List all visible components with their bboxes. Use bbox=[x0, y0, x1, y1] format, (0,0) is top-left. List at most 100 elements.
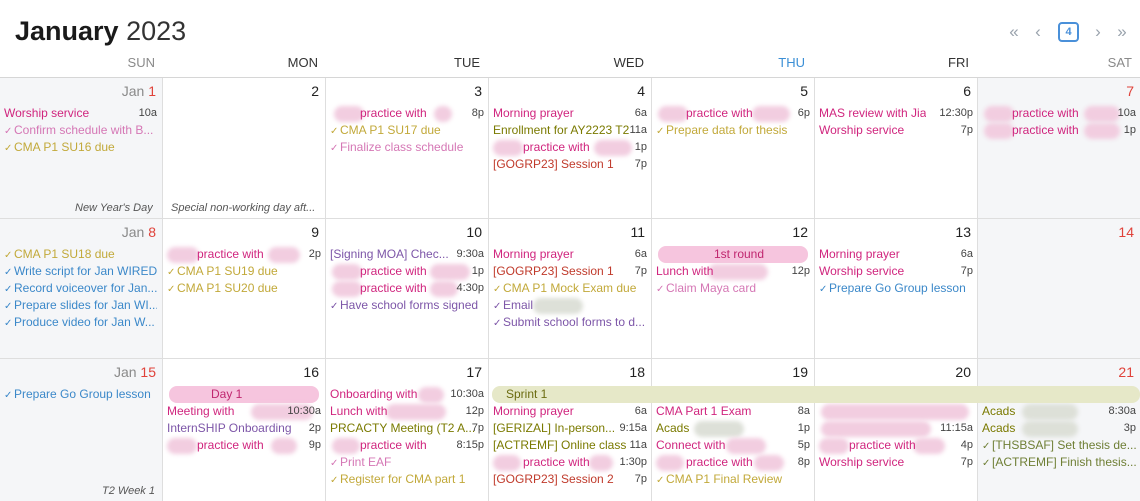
day-cell-jan-7[interactable]: 7 practice with 10a practice with 1p bbox=[978, 78, 1140, 219]
event-item[interactable]: CMA Part 1 Exam 8a bbox=[656, 403, 810, 420]
event-item[interactable]: Morning prayer 6a bbox=[493, 246, 647, 263]
task-item[interactable]: ✓ Record voiceover for Jan... bbox=[4, 280, 157, 297]
day-cell-jan-18[interactable]: 18 Morning prayer 6a [GERIZAL] In-person.… bbox=[489, 359, 652, 501]
task-item[interactable]: ✓ Prepare Go Group lesson bbox=[819, 280, 973, 297]
event-item[interactable]: [GOGRP23] Session 2 7p bbox=[493, 471, 647, 488]
day-cell-jan-8[interactable]: Jan 8 ✓ CMA P1 SU18 due ✓ Write script for… bbox=[0, 219, 163, 359]
event-item[interactable]: Connect with 5p bbox=[656, 437, 810, 454]
first-page-icon[interactable]: « bbox=[1006, 20, 1022, 44]
event-item[interactable]: practice with 6p bbox=[686, 105, 810, 122]
event-item[interactable]: Acads 8:30a bbox=[982, 403, 1136, 420]
task-item[interactable]: ✓ Submit school forms to d... bbox=[493, 314, 647, 331]
all-day-event[interactable]: Day 1 bbox=[169, 386, 319, 403]
task-item[interactable]: ✓ Finalize class schedule bbox=[330, 139, 484, 156]
event-item[interactable]: Enrollment for AY2223 T2 11a bbox=[493, 122, 647, 139]
event-item[interactable]: practice with 4p bbox=[849, 437, 973, 454]
event-item[interactable]: practice with 9p bbox=[197, 437, 321, 454]
task-item[interactable]: ✓ CMA P1 SU16 due bbox=[4, 139, 157, 156]
event-item[interactable]: [GOGRP23] Session 1 7p bbox=[493, 156, 647, 173]
day-cell-jan-16[interactable]: 16 Day 1 Meeting with 10:30a InternSHIP O… bbox=[163, 359, 326, 501]
previous-icon[interactable]: ‹ bbox=[1032, 20, 1044, 44]
sprint-event-bar[interactable]: Sprint 1 bbox=[492, 386, 1140, 403]
day-cell-jan-9[interactable]: 9 practice with 2p ✓ CMA P1 SU19 due ✓ CMA … bbox=[163, 219, 326, 359]
event-item[interactable]: Acads 1p bbox=[656, 420, 810, 437]
task-item[interactable]: ✓ Print EAF bbox=[330, 454, 484, 471]
day-cell-jan-13[interactable]: 13 Morning prayer 6a Worship service 7p ✓ P… bbox=[815, 219, 978, 359]
task-item[interactable]: ✓ Email bbox=[493, 297, 647, 314]
task-item[interactable]: ✓ Prepare Go Group lesson bbox=[4, 386, 157, 403]
event-item[interactable]: Morning prayer 6a bbox=[819, 246, 973, 263]
event-item[interactable]: MAS review with Jia 12:30p bbox=[819, 105, 973, 122]
event-item[interactable]: practice with 10a bbox=[1012, 105, 1136, 122]
event-item[interactable]: PRCACTY Meeting (T2 A... 7p bbox=[330, 420, 484, 437]
event-item[interactable]: practice with 1p bbox=[1012, 122, 1136, 139]
task-item[interactable]: ✓ Claim Maya card bbox=[656, 280, 810, 297]
day-cell-jan-1[interactable]: Jan 1 Worship service 10a ✓ Confirm schedu… bbox=[0, 78, 163, 219]
task-item[interactable]: ✓ CMA P1 SU17 due bbox=[330, 122, 484, 139]
day-cell-jan-17[interactable]: 17 Onboarding with 10:30a Lunch with 12p P… bbox=[326, 359, 489, 501]
event-item[interactable]: practice with 4:30p bbox=[360, 280, 484, 297]
next-icon[interactable]: › bbox=[1092, 20, 1104, 44]
task-item[interactable]: ✓ CMA P1 SU18 due bbox=[4, 246, 157, 263]
task-item[interactable]: ✓ Prepare data for thesis bbox=[656, 122, 810, 139]
event-item[interactable]: Lunch with 12p bbox=[656, 263, 810, 280]
day-cell-jan-10[interactable]: 10 [Signing MOA] Chec... 9:30a practice w… bbox=[326, 219, 489, 359]
task-item[interactable]: ✓ Register for CMA part 1 bbox=[330, 471, 484, 488]
task-item[interactable]: ✓ [ACTREMF] Finish thesis... bbox=[982, 454, 1136, 471]
task-item[interactable]: ✓ Write script for Jan WIRED bbox=[4, 263, 157, 280]
day-cell-jan-3[interactable]: 3 practice with 8p ✓ CMA P1 SU17 due ✓ Fina… bbox=[326, 78, 489, 219]
day-cell-jan-14[interactable]: 14 bbox=[978, 219, 1140, 359]
event-item[interactable]: Acads 3p bbox=[982, 420, 1136, 437]
event-item[interactable]: [Signing MOA] Chec... 9:30a bbox=[330, 246, 484, 263]
redacted-name bbox=[819, 438, 849, 454]
event-item[interactable]: Worship service 7p bbox=[819, 454, 973, 471]
redacted-name bbox=[984, 106, 1014, 122]
event-item[interactable]: practice with 8:15p bbox=[360, 437, 484, 454]
day-number: 7 bbox=[1126, 83, 1134, 99]
task-item[interactable]: ✓ CMA P1 Mock Exam due bbox=[493, 280, 647, 297]
event-item[interactable]: practice with 2p bbox=[197, 246, 321, 263]
event-item[interactable]: 11:15a bbox=[819, 420, 973, 437]
day-cell-jan-15[interactable]: Jan 15 ✓ Prepare Go Group lesson T2 Week … bbox=[0, 359, 163, 501]
event-item[interactable]: Worship service 10a bbox=[4, 105, 157, 122]
day-cell-jan-2[interactable]: 2 Special non-working day aft... bbox=[163, 78, 326, 219]
all-day-event[interactable]: 1st round bbox=[658, 246, 808, 263]
task-item[interactable]: ✓ [THSBSAF] Set thesis de... bbox=[982, 437, 1136, 454]
event-item[interactable]: practice with 1p bbox=[360, 263, 484, 280]
last-page-icon[interactable]: » bbox=[1114, 20, 1130, 44]
redacted-name bbox=[332, 438, 360, 454]
event-item[interactable]: practice with 1:30p bbox=[523, 454, 647, 471]
day-cell-jan-4[interactable]: 4 Morning prayer 6a Enrollment for AY2223… bbox=[489, 78, 652, 219]
event-item[interactable]: practice with 8p bbox=[360, 105, 484, 122]
event-item[interactable]: [ACTREMF] Online class 11a bbox=[493, 437, 647, 454]
event-item[interactable]: practice with 8p bbox=[686, 454, 810, 471]
task-item[interactable]: ✓ CMA P1 Final Review bbox=[656, 471, 810, 488]
day-cell-jan-21[interactable]: 21 Acads 8:30a Acads 3p ✓ [THSBSAF] Set the… bbox=[978, 359, 1140, 501]
task-item[interactable]: ✓ Produce video for Jan W... bbox=[4, 314, 157, 331]
event-item[interactable]: practice with 1p bbox=[523, 139, 647, 156]
day-number: 17 bbox=[466, 364, 482, 380]
event-item[interactable]: Lunch with 12p bbox=[330, 403, 484, 420]
day-cell-jan-6[interactable]: 6 MAS review with Jia 12:30p Worship serv… bbox=[815, 78, 978, 219]
day-cell-jan-19[interactable]: 19 CMA Part 1 Exam 8a Acads 1p Connect wit… bbox=[652, 359, 815, 501]
day-cell-jan-20[interactable]: 20 11:15a practice with 4p Worship servic… bbox=[815, 359, 978, 501]
task-item[interactable]: ✓ Confirm schedule with B... bbox=[4, 122, 157, 139]
day-cell-jan-12[interactable]: 12 1st round Lunch with 12p ✓ Claim Maya c… bbox=[652, 219, 815, 359]
event-item[interactable]: Morning prayer 6a bbox=[493, 105, 647, 122]
day-cell-jan-11[interactable]: 11 Morning prayer 6a [GOGRP23] Session 17… bbox=[489, 219, 652, 359]
task-item[interactable]: ✓ CMA P1 SU19 due bbox=[167, 263, 321, 280]
redacted-name bbox=[167, 247, 199, 263]
task-item[interactable]: ✓ CMA P1 SU20 due bbox=[167, 280, 321, 297]
event-item[interactable]: Onboarding with 10:30a bbox=[330, 386, 484, 403]
event-item[interactable]: Worship service 7p bbox=[819, 122, 973, 139]
event-item[interactable]: InternSHIP Onboarding 2p bbox=[167, 420, 321, 437]
event-item[interactable]: [GERIZAL] In-person... 9:15a bbox=[493, 420, 647, 437]
event-item[interactable]: [GOGRP23] Session 1 7p bbox=[493, 263, 647, 280]
day-cell-jan-5[interactable]: 5 practice with 6p ✓ Prepare data for thes… bbox=[652, 78, 815, 219]
task-item[interactable]: ✓ Have school forms signed bbox=[330, 297, 484, 314]
task-item[interactable]: ✓ Prepare slides for Jan WI... bbox=[4, 297, 157, 314]
event-item[interactable]: Worship service 7p bbox=[819, 263, 973, 280]
event-item[interactable]: Morning prayer 6a bbox=[493, 403, 647, 420]
today-button[interactable]: 4 bbox=[1058, 22, 1079, 42]
event-item[interactable]: Meeting with 10:30a bbox=[167, 403, 321, 420]
